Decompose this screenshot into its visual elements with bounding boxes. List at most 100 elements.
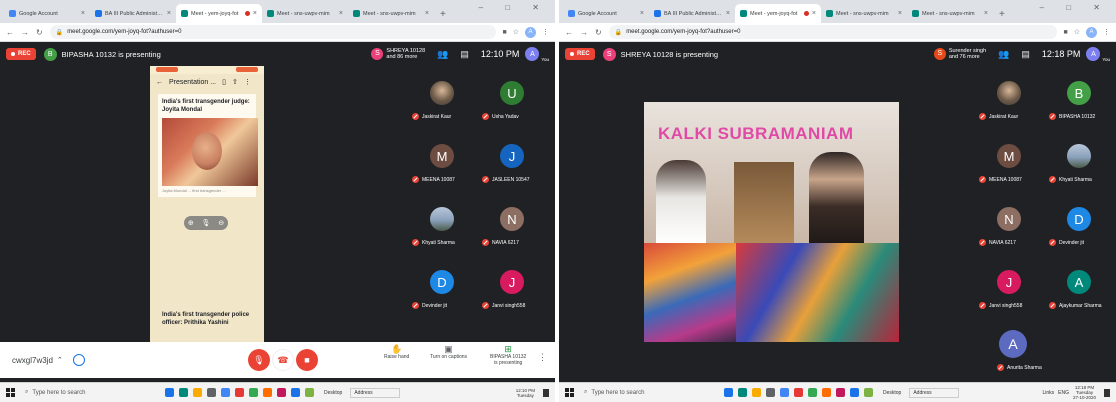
participant-tile[interactable]: J Janvi singh558 [480,264,544,318]
participant-tile[interactable]: N NAVIA 6217 [977,201,1041,255]
close-tab-icon[interactable]: × [726,10,730,17]
new-tab-button[interactable]: + [434,9,452,23]
star-icon[interactable]: ☆ [1074,28,1080,36]
participant-tile[interactable]: Jaskirat Kaur [410,75,474,129]
star-icon[interactable]: ☆ [513,28,519,36]
zoom-out-icon[interactable]: ⊖ [218,219,224,227]
mic-icon[interactable]: 🎙 [202,219,211,227]
menu-icon[interactable]: ⋮ [542,28,549,36]
taskbar-clock[interactable]: 12:10 PM Tuesday [516,388,535,398]
close-tab-icon[interactable]: × [640,10,644,17]
browser-tab[interactable]: Meet - sns-uwpv-mim × [907,4,993,23]
participant-tile[interactable]: B BIPASHA 10132 [1047,75,1111,129]
browser-tab[interactable]: BA III Public Administration (Lu...× [649,4,735,23]
taskbar-app-icon[interactable] [752,388,761,397]
taskbar-app-icon[interactable] [249,388,258,397]
captions-button[interactable]: ▣ Turn on captions [430,345,467,361]
self-avatar[interactable]: A [525,47,540,61]
participant-tile[interactable]: M MEENA 10087 [410,138,474,192]
language-indicator[interactable]: ENG [1058,390,1069,396]
raise-hand-button[interactable]: ✋ Raise hand [384,345,409,361]
url-input[interactable]: 🔒 meet.google.com/yem-joyq-fot?authuser=… [49,25,497,39]
close-tab-icon[interactable]: × [339,10,343,17]
close-tab-icon[interactable]: × [167,10,171,17]
desktop-label[interactable]: Desktop [324,390,342,396]
taskbar-app-icon[interactable] [207,388,216,397]
participant-tile[interactable]: D Devinder jit [1047,201,1111,255]
forward-icon[interactable]: → [580,28,588,37]
participant-tile[interactable]: N NAVIA 6217 [480,201,544,255]
notification-icon[interactable] [543,388,549,397]
shield-icon[interactable] [72,354,85,366]
taskbar-search[interactable]: ⌕ Type here to search [25,389,155,396]
chevron-up-icon[interactable]: ⌃ [57,356,63,364]
address-toolbar[interactable]: Address [350,387,401,398]
taskbar-app-icon[interactable] [179,388,188,397]
menu-icon[interactable]: ⋮ [1103,28,1110,36]
windows-start-icon[interactable] [565,388,574,397]
url-input[interactable]: 🔒 meet.google.com/yem-joyq-fot?authuser=… [608,25,1058,39]
participant-tile[interactable]: J Janvi singh558 [977,264,1041,318]
participant-tile[interactable]: Khyati Sharma [1047,138,1111,192]
windows-start-icon[interactable] [6,388,15,397]
browser-tab[interactable]: Meet - sns-uwpv-mim × [821,4,907,23]
taskbar-app-icon[interactable] [808,388,817,397]
window-controls[interactable]: – □ ✕ [1040,3,1110,12]
taskbar-search[interactable]: ⌕ Type here to search [584,389,714,396]
meeting-code[interactable]: cwxgl7w3jd [12,356,53,365]
browser-tab[interactable]: Meet - sns-uwpv-mim × [348,4,434,23]
people-icon[interactable]: 👥 [437,49,448,60]
zoom-controls[interactable]: ⊕ 🎙 ⊖ [184,216,228,230]
chat-icon[interactable]: ▤ [1021,49,1030,60]
participant-tile[interactable]: U Usha Yadav [480,75,544,129]
new-tab-button[interactable]: + [993,9,1011,23]
self-avatar[interactable]: A [1086,47,1101,61]
participant-tile[interactable]: Jaskirat Kaur [977,75,1041,129]
participants-chip[interactable]: S Surender singh and 76 more [933,48,986,60]
address-toolbar[interactable]: Address [909,387,960,398]
close-tab-icon[interactable]: × [81,10,85,17]
browser-tab[interactable]: Google Account × [4,4,90,23]
profile-avatar[interactable]: A [1086,26,1097,38]
participant-tile[interactable]: M MEENA 10087 [977,138,1041,192]
reload-icon[interactable]: ↻ [595,28,602,37]
back-icon[interactable]: ← [565,28,573,37]
browser-tab[interactable]: Meet - yem-joyq-fot × [735,4,821,23]
taskbar-app-icon[interactable] [836,388,845,397]
taskbar-app-icon[interactable] [193,388,202,397]
close-tab-icon[interactable]: × [984,10,988,17]
participants-chip[interactable]: S SHREYA 10128 and 86 more [371,48,425,60]
taskbar-app-icon[interactable] [822,388,831,397]
close-tab-icon[interactable]: × [898,10,902,17]
participant-tile[interactable]: A Ajaykumar Sharma [1047,264,1111,318]
taskbar-app-icon[interactable] [864,388,873,397]
presenting-button[interactable]: ⊞ BIPASHA 10132 is presenting [490,345,526,367]
taskbar-app-icon[interactable] [263,388,272,397]
taskbar-app-icon[interactable] [165,388,174,397]
camera-icon[interactable]: ■ [502,29,506,36]
window-controls[interactable]: – □ ✕ [479,3,549,12]
zoom-in-icon[interactable]: ⊕ [188,219,194,227]
mic-toggle-button[interactable]: 🎙 [248,349,270,371]
desktop-label[interactable]: Desktop [883,390,901,396]
taskbar-app-icon[interactable] [221,388,230,397]
taskbar-clock[interactable]: 12:18 PM Tuesday 27-10-2020 [1073,385,1096,400]
camera-icon[interactable]: ■ [1063,29,1067,36]
reload-icon[interactable]: ↻ [36,28,43,37]
more-options-icon[interactable]: ⋮ [538,352,547,363]
taskbar-app-icon[interactable] [850,388,859,397]
taskbar-app-icon[interactable] [780,388,789,397]
taskbar-app-icon[interactable] [794,388,803,397]
close-tab-icon[interactable]: × [425,10,429,17]
participant-tile[interactable]: Khyati Sharma [410,201,474,255]
participant-tile[interactable]: D Devinder jit [410,264,474,318]
taskbar-app-icon[interactable] [305,388,314,397]
people-icon[interactable]: 👥 [998,49,1009,60]
back-icon[interactable]: ← [6,28,14,37]
links-label[interactable]: Links [1042,390,1054,396]
browser-tab[interactable]: Meet - yem-joyq-fot × [176,4,262,23]
browser-tab[interactable]: Google Account × [563,4,649,23]
chat-icon[interactable]: ▤ [460,49,469,60]
profile-avatar[interactable]: A [525,26,536,38]
close-tab-icon[interactable]: × [812,10,816,17]
